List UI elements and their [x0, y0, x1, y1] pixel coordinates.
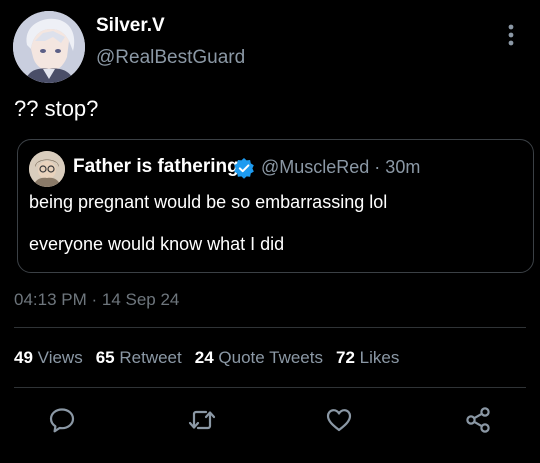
quote-tweets-stat[interactable]: 24 Quote Tweets	[195, 348, 323, 368]
quoted-tweet-card[interactable]: Father is fathering @MuscleRed · 30m bei…	[17, 139, 534, 273]
retweets-stat[interactable]: 65 Retweet	[96, 348, 182, 368]
divider	[14, 327, 526, 328]
author-name[interactable]: Silver.V	[96, 15, 165, 37]
quoted-handle-time: @MuscleRed · 30m	[261, 157, 421, 177]
more-options-icon[interactable]	[500, 22, 522, 48]
quoted-text-line1: being pregnant would be so embarrassing …	[29, 192, 388, 212]
quoted-author-name: Father is fathering	[73, 156, 239, 177]
views-label: Views	[37, 348, 83, 367]
verified-badge-icon	[233, 157, 255, 179]
tweet-text: ?? stop?	[14, 96, 99, 121]
tweet-timestamp[interactable]: 04:13 PM · 14 Sep 24	[14, 290, 179, 310]
retweets-count: 65	[95, 348, 115, 367]
views-stat[interactable]: 49 Views	[14, 348, 83, 368]
retweet-icon[interactable]	[185, 403, 219, 437]
quoted-author-avatar	[29, 151, 65, 187]
quote-tweets-label: Quote Tweets	[218, 348, 323, 367]
reply-icon[interactable]	[45, 403, 79, 437]
likes-count: 72	[335, 348, 355, 367]
quoted-text-line2: everyone would know what I did	[29, 234, 285, 254]
tweet-stats: 49 Views 65 Retweet 24 Quote Tweets 72 Like…	[14, 348, 412, 368]
author-handle[interactable]: @RealBestGuard	[96, 47, 245, 69]
views-count: 49	[14, 348, 33, 367]
divider	[14, 387, 526, 388]
share-icon[interactable]	[461, 403, 495, 437]
likes-stat[interactable]: 72 Likes	[336, 348, 399, 368]
quote-tweets-count: 24	[194, 348, 214, 367]
heart-icon[interactable]	[322, 403, 356, 437]
retweets-label: Retweet	[119, 348, 182, 367]
author-avatar[interactable]	[13, 11, 85, 83]
likes-label: Likes	[359, 348, 400, 367]
